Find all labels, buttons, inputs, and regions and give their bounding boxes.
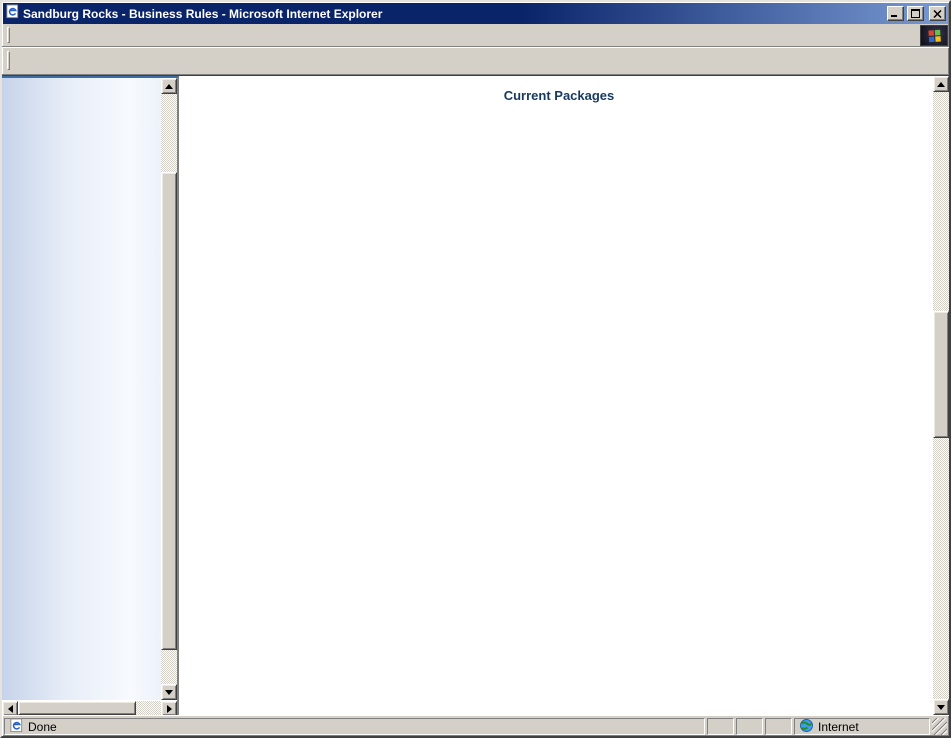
close-button[interactable] [929, 6, 946, 21]
business-rules-form: Current Packages [179, 76, 933, 715]
menu-bar [2, 24, 949, 47]
scrollbar-thumb[interactable] [18, 701, 136, 715]
status-pane-3 [765, 718, 792, 735]
ie-page-icon [9, 718, 24, 736]
status-pane-2 [736, 718, 763, 735]
status-pane: Done [4, 718, 705, 735]
resize-grip[interactable] [932, 718, 947, 735]
main-vertical-scrollbar[interactable] [933, 76, 949, 715]
scrollbar-thumb[interactable] [161, 172, 177, 650]
title-bar: Sandburg Rocks - Business Rules - Micros… [3, 3, 948, 24]
sidebar-vertical-scrollbar[interactable] [161, 78, 177, 700]
zone-text: Internet [818, 720, 859, 734]
menu-grip[interactable] [7, 27, 10, 42]
client-area: Current Packages [2, 75, 949, 715]
scrollbar-thumb[interactable] [933, 311, 949, 438]
scroll-up-button[interactable] [933, 76, 949, 92]
status-pane-1 [707, 718, 734, 735]
security-zone-pane: Internet [794, 718, 930, 735]
sidebar-nav-tree [2, 78, 161, 700]
windows-logo-throbber-icon [920, 25, 948, 46]
scrollbar-track[interactable] [933, 92, 949, 699]
sidebar [2, 76, 179, 715]
ie-logo-icon [5, 4, 20, 24]
internet-globe-icon [799, 718, 814, 736]
window-title: Sandburg Rocks - Business Rules - Micros… [23, 7, 884, 21]
minimize-button[interactable] [887, 6, 904, 21]
browser-window: Sandburg Rocks - Business Rules - Micros… [0, 0, 951, 738]
toolbar-grip[interactable] [7, 51, 10, 70]
scroll-down-button[interactable] [933, 699, 949, 715]
status-text: Done [28, 720, 57, 734]
scroll-right-button[interactable] [161, 701, 177, 716]
scroll-down-button[interactable] [161, 684, 177, 700]
scroll-left-button[interactable] [2, 701, 18, 716]
status-bar: Done Internet [2, 715, 949, 736]
toolbar [2, 47, 949, 75]
scrollbar-track[interactable] [18, 701, 161, 715]
scroll-up-button[interactable] [161, 78, 177, 94]
section-heading: Current Packages [209, 88, 909, 103]
main-frame: Current Packages [179, 76, 949, 715]
maximize-button[interactable] [907, 6, 924, 21]
sidebar-horizontal-scrollbar[interactable] [2, 700, 177, 715]
scrollbar-track[interactable] [161, 94, 177, 684]
